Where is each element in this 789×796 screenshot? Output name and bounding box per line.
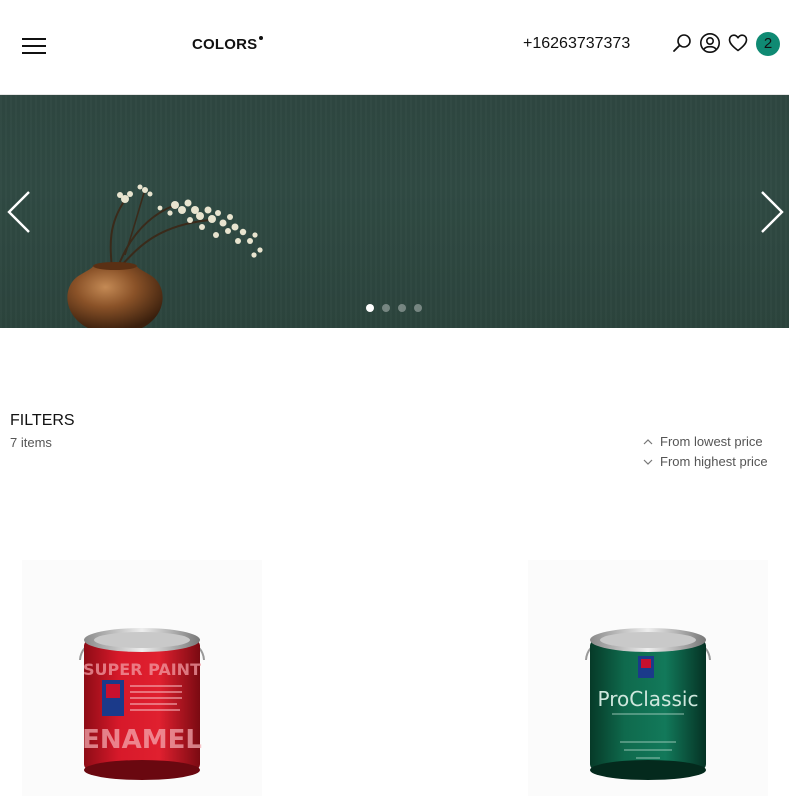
green-can-brand-text: ProClassic xyxy=(598,687,699,711)
chevron-up-icon xyxy=(643,438,653,444)
slider-dot-4[interactable] xyxy=(414,304,422,312)
hero-slider xyxy=(0,95,789,328)
chevron-down-icon xyxy=(643,459,653,465)
heart-icon[interactable] xyxy=(727,32,749,54)
user-account-icon[interactable] xyxy=(699,32,721,54)
green-paint-can-image: ProClassic xyxy=(528,560,768,796)
site-header: COLORS +16263737373 2 xyxy=(0,0,789,95)
red-can-brand-text: SUPER PAINT xyxy=(83,660,201,679)
slider-dot-3[interactable] xyxy=(398,304,406,312)
search-icon[interactable] xyxy=(671,32,693,54)
logo-dot xyxy=(259,36,263,40)
red-can-name-text: ENAMEL xyxy=(82,725,202,755)
product-card-proclassic[interactable]: ProClassic xyxy=(528,560,768,796)
sort-highest-price[interactable]: From highest price xyxy=(642,454,768,469)
vase-with-flowers-image xyxy=(67,184,263,328)
items-count: 7 items xyxy=(10,435,52,450)
chevron-right-icon[interactable] xyxy=(756,190,786,234)
red-paint-can-image: SUPER PAINT ENAMEL xyxy=(22,560,262,796)
slider-dot-1[interactable] xyxy=(366,304,374,312)
logo[interactable]: COLORS xyxy=(192,36,257,53)
sort-lowest-price[interactable]: From lowest price xyxy=(642,434,763,449)
cart-count-badge[interactable]: 2 xyxy=(756,32,780,56)
filters-title[interactable]: FILTERS xyxy=(10,412,75,430)
hamburger-menu-icon[interactable] xyxy=(22,38,46,54)
chevron-left-icon[interactable] xyxy=(5,190,35,234)
product-card-red-enamel[interactable]: SUPER PAINT ENAMEL xyxy=(22,560,262,796)
sort-lowest-label: From lowest price xyxy=(660,434,763,449)
phone-link[interactable]: +16263737373 xyxy=(523,35,630,53)
slider-dots xyxy=(366,304,422,312)
slider-dot-2[interactable] xyxy=(382,304,390,312)
sort-highest-label: From highest price xyxy=(660,454,768,469)
